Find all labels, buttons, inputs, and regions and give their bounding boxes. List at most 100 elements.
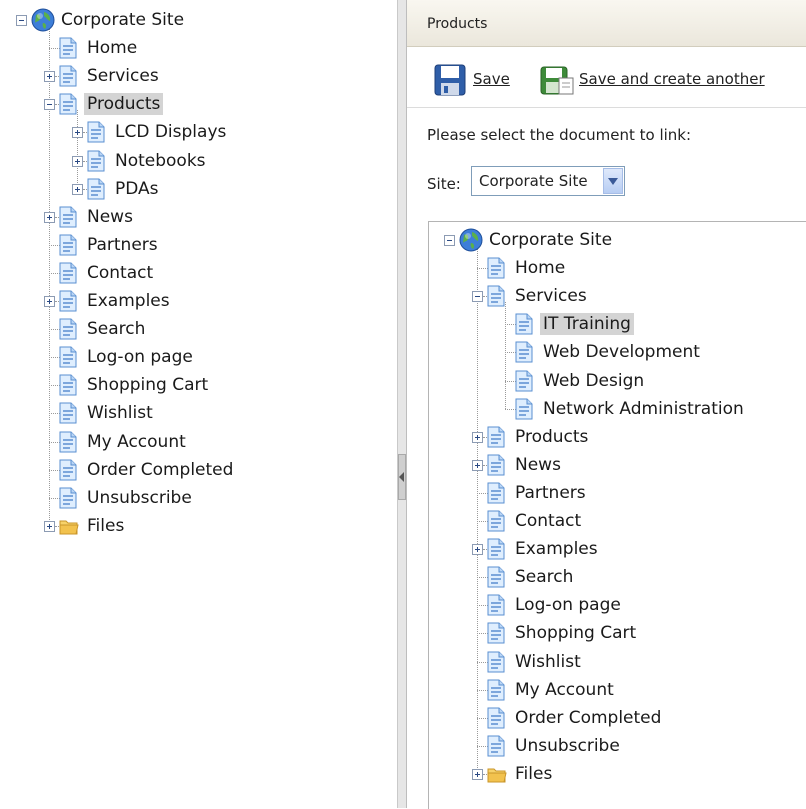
expand-icon[interactable] <box>44 520 55 532</box>
tree-node[interactable]: Shopping Cart <box>0 374 397 402</box>
tree-node[interactable]: PDAs <box>0 178 397 206</box>
tree-node[interactable]: Order Completed <box>429 707 806 735</box>
tree-node[interactable]: Services <box>429 285 806 313</box>
tree-node[interactable]: IT Training <box>429 313 806 341</box>
tree-node-label[interactable]: Partners <box>512 482 589 504</box>
tree-node-label[interactable]: Search <box>84 318 148 340</box>
tree-node-label[interactable]: Wishlist <box>84 402 156 424</box>
tree-node-label[interactable]: News <box>84 206 136 228</box>
tree-node[interactable]: Services <box>0 65 397 93</box>
expand-icon[interactable] <box>44 296 55 307</box>
tree-node[interactable]: Examples <box>429 538 806 566</box>
tree-node[interactable]: Log-on page <box>0 346 397 374</box>
tree-node-label[interactable]: My Account <box>512 679 617 701</box>
tree-node[interactable]: Wishlist <box>429 651 806 679</box>
tree-node-label[interactable]: Files <box>512 763 555 785</box>
collapse-icon[interactable] <box>16 15 27 26</box>
tree-node-label[interactable]: Shopping Cart <box>84 374 211 396</box>
tree-node-label[interactable]: Home <box>84 37 140 59</box>
expand-icon[interactable] <box>72 127 83 139</box>
tree-node-label[interactable]: Files <box>84 515 127 537</box>
tree-node[interactable]: Unsubscribe <box>0 487 397 515</box>
tree-node-label[interactable]: Network Administration <box>540 398 747 420</box>
tree-node-label[interactable]: Examples <box>84 290 173 312</box>
tree-node-label[interactable]: Order Completed <box>512 707 664 729</box>
collapse-pane-handle[interactable] <box>398 454 406 500</box>
tree-node-label[interactable]: Unsubscribe <box>84 487 195 509</box>
expand-icon[interactable] <box>472 544 483 556</box>
tree-node[interactable]: Contact <box>429 510 806 538</box>
expand-icon[interactable] <box>472 431 483 443</box>
tree-node-label[interactable]: Log-on page <box>512 594 624 616</box>
tree-node[interactable]: Home <box>0 37 397 65</box>
tree-node-label[interactable]: LCD Displays <box>112 121 229 143</box>
tree-node-label[interactable]: IT Training <box>540 313 634 336</box>
tree-node-label[interactable]: Notebooks <box>112 150 209 172</box>
tree-node[interactable]: Products <box>0 93 397 121</box>
tree-node-label[interactable]: Web Development <box>540 341 703 363</box>
tree-node-label[interactable]: Log-on page <box>84 346 196 368</box>
tree-node[interactable]: Partners <box>0 234 397 262</box>
tree-node[interactable]: Web Development <box>429 341 806 369</box>
tree-node[interactable]: Corporate Site <box>0 8 397 37</box>
collapse-icon[interactable] <box>44 99 55 111</box>
site-select[interactable]: Corporate Site <box>471 166 625 196</box>
tree-node[interactable]: Wishlist <box>0 402 397 430</box>
tree-node-label[interactable]: Products <box>84 93 164 116</box>
tree-node[interactable]: News <box>429 454 806 482</box>
tree-node[interactable]: Contact <box>0 262 397 290</box>
tree-node-label[interactable]: News <box>512 454 564 476</box>
tree-node-label[interactable]: Services <box>84 65 162 87</box>
tree-node-label[interactable]: Shopping Cart <box>512 622 639 644</box>
tree-node[interactable]: Unsubscribe <box>429 735 806 763</box>
tree-node-label[interactable]: PDAs <box>112 178 162 200</box>
tree-node[interactable]: Order Completed <box>0 459 397 487</box>
tree-node[interactable]: Files <box>0 515 397 543</box>
tree-node[interactable]: Web Design <box>429 370 806 398</box>
tree-node-label[interactable]: Services <box>512 285 590 307</box>
tree-node[interactable]: Search <box>0 318 397 346</box>
tree-node-label[interactable]: Corporate Site <box>58 9 187 31</box>
save-and-create-another-button[interactable]: Save and create another <box>539 63 779 97</box>
tree-node[interactable]: Files <box>429 763 806 791</box>
tree-node[interactable]: Shopping Cart <box>429 622 806 650</box>
tree-node[interactable]: Notebooks <box>0 150 397 178</box>
tree-node-label[interactable]: Order Completed <box>84 459 236 481</box>
tree-node-label[interactable]: Products <box>512 426 591 448</box>
tree-node[interactable]: Partners <box>429 482 806 510</box>
tree-node-label[interactable]: Corporate Site <box>486 229 615 251</box>
save-button[interactable]: Save <box>433 63 513 97</box>
tree-node[interactable]: News <box>0 206 397 234</box>
tree-node-label[interactable]: Partners <box>84 234 161 256</box>
tree-node[interactable]: LCD Displays <box>0 121 397 149</box>
expand-icon[interactable] <box>44 71 55 83</box>
expand-icon[interactable] <box>72 155 83 167</box>
tree-node-label[interactable]: Web Design <box>540 370 647 392</box>
tree-node[interactable]: My Account <box>0 431 397 459</box>
tree-node-label[interactable]: Contact <box>512 510 584 532</box>
tree-node-label[interactable]: Wishlist <box>512 651 584 673</box>
collapse-icon[interactable] <box>444 235 455 246</box>
expand-icon[interactable] <box>472 459 483 471</box>
save-and-create-another-label: Save and create another <box>579 70 765 88</box>
expand-icon[interactable] <box>472 768 483 780</box>
tree-node[interactable]: Corporate Site <box>429 228 806 257</box>
tree-node-label[interactable]: Contact <box>84 262 156 284</box>
tree-node-label[interactable]: Unsubscribe <box>512 735 623 757</box>
tree-node[interactable]: Search <box>429 566 806 594</box>
pane-splitter[interactable] <box>398 0 407 808</box>
tree-node[interactable]: Network Administration <box>429 398 806 426</box>
tree-node[interactable]: Home <box>429 257 806 285</box>
tree-node[interactable]: Products <box>429 426 806 454</box>
tree-node-label[interactable]: Examples <box>512 538 601 560</box>
tree-node[interactable]: My Account <box>429 679 806 707</box>
tree-node[interactable]: Examples <box>0 290 397 318</box>
expand-icon[interactable] <box>72 183 83 195</box>
tree-node-label[interactable]: My Account <box>84 431 189 453</box>
tree-node[interactable]: Log-on page <box>429 594 806 622</box>
site-dropdown-button[interactable] <box>603 168 623 194</box>
collapse-icon[interactable] <box>472 291 483 303</box>
expand-icon[interactable] <box>44 211 55 223</box>
tree-node-label[interactable]: Home <box>512 257 568 279</box>
tree-node-label[interactable]: Search <box>512 566 576 588</box>
